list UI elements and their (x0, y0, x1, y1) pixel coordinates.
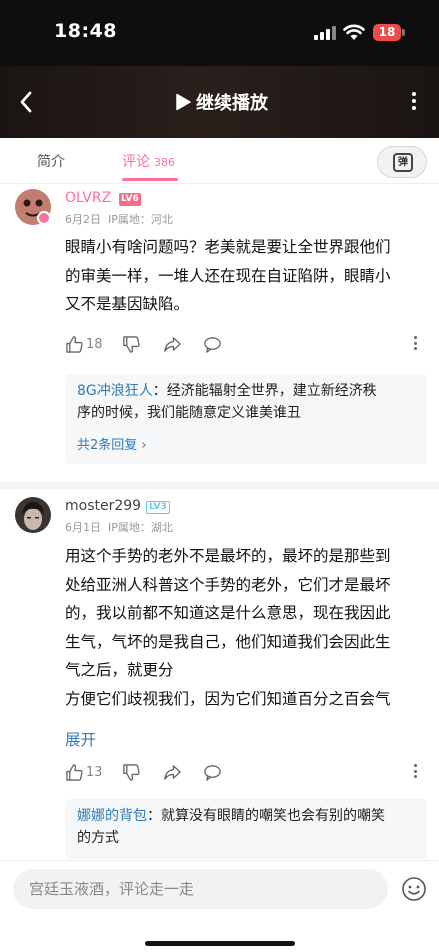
comment-actions: 13 (65, 762, 425, 784)
reply-username[interactable]: 娜娜的背包 (77, 808, 147, 824)
comment-date: 6月2日 (65, 213, 101, 226)
video-header: 继续播放 (0, 66, 439, 138)
comment-line: 方便它们歧视我们，因为它们知道百分之百会气 (65, 689, 391, 708)
active-tab-indicator (122, 178, 178, 181)
comment-actions: 18 (65, 334, 425, 356)
tab-bar: 简介 评论 386 弹 (0, 138, 439, 184)
comment-line: 又不是基因缺陷。 (65, 295, 190, 314)
cellular-signal-icon (314, 26, 336, 40)
danmaku-toggle-button[interactable]: 弹 (377, 146, 427, 178)
comment-ip: IP属地：河北 (108, 213, 173, 226)
comment-text: 用这个手势的老外不是最坏的，最坏的是那些到 处给亚洲人科普这个手势的老外，它们才… (65, 542, 425, 714)
view-replies-link[interactable]: 共2条回复 › (77, 434, 147, 453)
thumbs-up-icon (66, 335, 83, 353)
tab-comments[interactable]: 评论 386 (122, 151, 175, 171)
status-time: 18:48 (54, 20, 117, 42)
like-button[interactable]: 18 (65, 334, 103, 354)
comment-item: OLVRZ LV6 6月2日 IP属地：河北 眼睛小有啥问题吗？老美就是要让全世… (0, 184, 439, 484)
reply-preview[interactable]: 8G冲浪狂人：经济能辐射全世界，建立新经济秩 序的时候，我们能随意定义谁美谁丑 … (65, 374, 427, 464)
reply-text: 8G冲浪狂人：经济能辐射全世界，建立新经济秩 序的时候，我们能随意定义谁美谁丑 (77, 380, 417, 424)
comment-count: 386 (154, 156, 175, 169)
back-arrow-icon[interactable] (14, 88, 40, 116)
like-count: 18 (86, 336, 103, 352)
avatar[interactable] (15, 497, 51, 533)
comment-meta: 6月2日 IP属地：河北 (65, 211, 173, 227)
like-button[interactable]: 13 (65, 762, 103, 782)
comment-input-bar: 宫廷玉液酒，评论走一走 (0, 860, 439, 952)
reply-line: ：经济能辐射全世界，建立新经济秩 (152, 383, 377, 399)
status-bar: 18:48 18 (0, 0, 439, 66)
home-indicator (145, 941, 295, 946)
comment-bubble-icon (204, 764, 221, 781)
expand-link[interactable]: 展开 (65, 728, 96, 750)
comment-line: 用这个手势的老外不是最坏的，最坏的是那些到 (65, 547, 391, 565)
dislike-button[interactable] (122, 762, 141, 782)
play-icon (176, 93, 191, 111)
comment-line: 的审美一样，一堆人还在现在自证陷阱，眼睛小 (65, 266, 391, 285)
share-button[interactable] (163, 762, 182, 782)
comment-more-icon[interactable] (414, 764, 420, 781)
more-options-icon[interactable] (404, 92, 424, 112)
tab-comments-label: 评论 (122, 154, 150, 170)
resume-play-button[interactable]: 继续播放 (175, 90, 268, 114)
reply-line: 序的时候，我们能随意定义谁美谁丑 (77, 405, 301, 421)
user-level-badge: LV3 (146, 501, 170, 514)
like-count: 13 (86, 764, 103, 780)
comment-divider (0, 482, 439, 489)
comment-text: 眼睛小有啥问题吗？老美就是要让全世界跟他们 的审美一样，一堆人还在现在自证陷阱，… (65, 233, 425, 319)
comment-item: moster299 LV3 6月1日 IP属地：湖北 用这个手势的老外不是最坏的… (0, 489, 439, 859)
resume-play-label: 继续播放 (196, 93, 268, 114)
reply-preview[interactable]: 娜娜的背包：就算没有眼睛的嘲笑也会有别的嘲笑 的方式 (65, 799, 427, 859)
emoji-icon[interactable] (401, 876, 427, 902)
thumbs-down-icon (123, 763, 140, 781)
comment-line: 的，我以前都不知道这是什么意思，现在我因此 (65, 604, 391, 623)
tab-intro[interactable]: 简介 (37, 151, 65, 171)
share-icon (164, 336, 181, 352)
reply-text: 娜娜的背包：就算没有眼睛的嘲笑也会有别的嘲笑 的方式 (77, 805, 417, 849)
reply-line: ：就算没有眼睛的嘲笑也会有别的嘲笑 (147, 808, 385, 824)
reply-button[interactable] (203, 762, 222, 782)
share-icon (164, 764, 181, 780)
thumbs-down-icon (123, 335, 140, 353)
comment-line: 眼睛小有啥问题吗？老美就是要让全世界跟他们 (65, 238, 391, 256)
comment-username[interactable]: OLVRZ (65, 190, 111, 206)
comment-line: 处给亚洲人科普这个手势的老外，它们才是最坏 (65, 575, 391, 594)
comment-line: 生气，气坏的是我自己，他们知道我们会因此生 (65, 632, 391, 651)
user-level-badge: LV6 (119, 193, 141, 206)
reply-button[interactable] (203, 334, 222, 354)
comment-input[interactable]: 宫廷玉液酒，评论走一走 (13, 869, 388, 909)
comment-ip: IP属地：湖北 (108, 521, 173, 534)
comment-meta: 6月1日 IP属地：湖北 (65, 519, 173, 535)
reply-username[interactable]: 8G冲浪狂人 (77, 383, 153, 399)
battery-icon: 18 (373, 24, 401, 41)
dislike-button[interactable] (122, 334, 141, 354)
share-button[interactable] (163, 334, 182, 354)
wifi-icon (343, 24, 365, 40)
vip-badge-icon (37, 211, 51, 225)
comment-bubble-icon (204, 336, 221, 353)
reply-line: 的方式 (77, 830, 119, 846)
comment-line: 气之后，就更分 (65, 661, 174, 680)
comment-more-icon[interactable] (414, 336, 420, 353)
danmaku-icon: 弹 (393, 153, 413, 172)
thumbs-up-icon (66, 763, 83, 781)
battery-tip (402, 29, 405, 36)
comment-username[interactable]: moster299 (65, 498, 141, 514)
comment-date: 6月1日 (65, 521, 101, 534)
